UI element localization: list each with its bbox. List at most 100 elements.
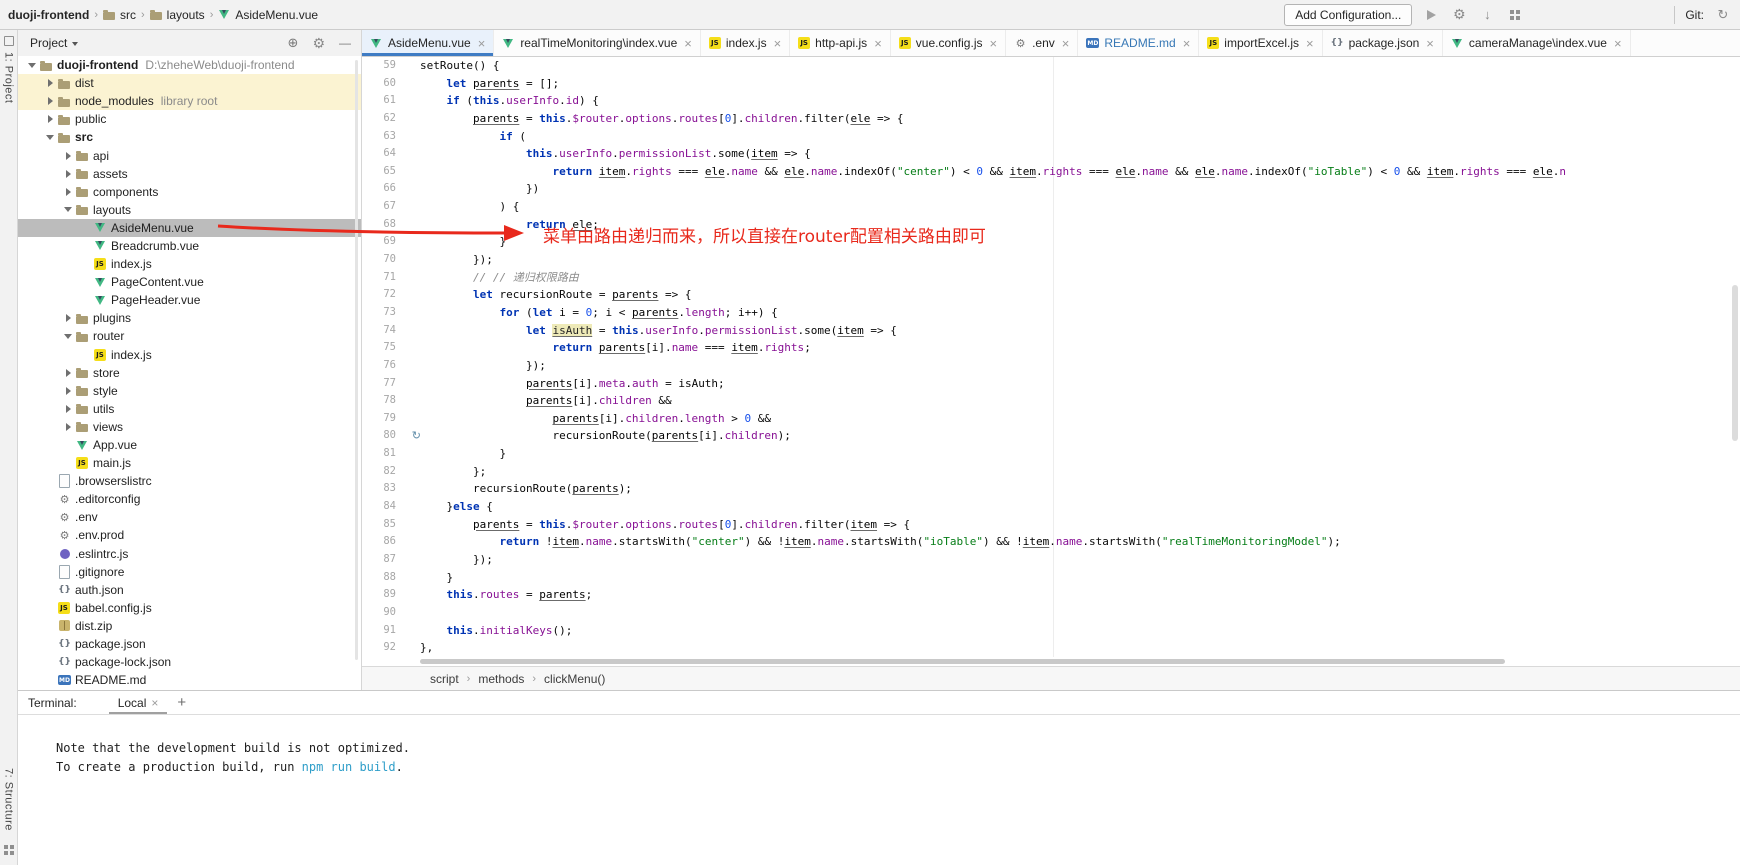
code-line[interactable] [420, 604, 1740, 622]
tree-item[interactable]: ⚙.env.prod [18, 526, 361, 544]
breadcrumb-item[interactable]: script [430, 672, 459, 686]
tree-item[interactable]: PageContent.vue [18, 273, 361, 291]
tree-item[interactable]: dist [18, 74, 361, 92]
tree-item[interactable]: JSindex.js [18, 346, 361, 364]
tree-item[interactable]: {}package.json [18, 635, 361, 653]
code-line[interactable]: recursionRoute(parents); [420, 480, 1740, 498]
editor-tab[interactable]: cameraManage\index.vue× [1443, 30, 1631, 56]
hide-panel-icon[interactable] [339, 36, 351, 50]
breadcrumb-item[interactable]: clickMenu() [544, 672, 605, 686]
line-number[interactable]: 77 [362, 375, 406, 393]
breadcrumb-item[interactable]: layouts [150, 8, 205, 22]
code-line[interactable]: }, [420, 639, 1740, 657]
line-number[interactable]: 88 [362, 569, 406, 587]
terminal-tab-local[interactable]: Local [109, 691, 168, 714]
close-icon[interactable] [151, 696, 158, 710]
tree-item[interactable]: layouts [18, 201, 361, 219]
tree-item[interactable]: style [18, 382, 361, 400]
line-number[interactable]: 63 [362, 128, 406, 146]
chevron-right-icon[interactable] [60, 170, 76, 178]
tree-item[interactable]: views [18, 418, 361, 436]
line-number[interactable]: 64 [362, 145, 406, 163]
tree-item[interactable]: AsideMenu.vue [18, 219, 361, 237]
chevron-down-icon[interactable] [72, 42, 78, 46]
chevron-down-icon[interactable] [42, 135, 58, 140]
editor-tab[interactable]: {}package.json× [1323, 30, 1443, 56]
chevron-right-icon[interactable] [60, 369, 76, 377]
grid-icon[interactable] [1506, 6, 1524, 24]
line-number[interactable]: 60 [362, 75, 406, 93]
tree-item[interactable]: plugins [18, 309, 361, 327]
tree-item[interactable]: App.vue [18, 436, 361, 454]
tree-item[interactable]: JSbabel.config.js [18, 599, 361, 617]
line-number[interactable]: 85 [362, 516, 406, 534]
code-line[interactable]: parents[i].children && [420, 392, 1740, 410]
line-number[interactable]: 91 [362, 622, 406, 640]
terminal-output[interactable]: Note that the development build is not o… [18, 715, 1740, 776]
tree-item[interactable]: .gitignore [18, 563, 361, 581]
tree-item[interactable]: PageHeader.vue [18, 291, 361, 309]
chevron-down-icon[interactable] [60, 207, 76, 212]
code-line[interactable]: this.userInfo.permissionList.some(item =… [420, 145, 1740, 163]
line-number[interactable]: 79 [362, 410, 406, 428]
line-number[interactable]: 92 [362, 639, 406, 657]
code-line[interactable]: parents = this.$router.options.routes[0]… [420, 110, 1740, 128]
line-number[interactable]: 71 [362, 269, 406, 287]
line-number[interactable]: 69 [362, 233, 406, 251]
line-number[interactable]: 80↻ [362, 427, 406, 445]
code-line[interactable]: return parents[i].name === item.rights; [420, 339, 1740, 357]
line-number[interactable]: 78 [362, 392, 406, 410]
code-line[interactable]: if (this.userInfo.id) { [420, 92, 1740, 110]
code-line[interactable]: return item.rights === ele.name && ele.n… [420, 163, 1740, 181]
tree-item[interactable]: {}auth.json [18, 581, 361, 599]
line-number[interactable]: 81 [362, 445, 406, 463]
breadcrumb-item[interactable]: AsideMenu.vue [218, 8, 318, 22]
editor-tab[interactable]: JSindex.js× [701, 30, 790, 56]
editor-tab[interactable]: JShttp-api.js× [790, 30, 891, 56]
code-line[interactable]: // // 递归权限路由 [420, 269, 1740, 287]
line-number[interactable]: 86 [362, 533, 406, 551]
line-number[interactable]: 83 [362, 480, 406, 498]
line-number[interactable]: 70 [362, 251, 406, 269]
editor-tab[interactable]: MDREADME.md× [1078, 30, 1199, 56]
line-number[interactable]: 67 [362, 198, 406, 216]
tree-item[interactable]: duoji-frontendD:\zheheWeb\duoji-frontend [18, 56, 361, 74]
code-line[interactable]: if ( [420, 128, 1740, 146]
chevron-right-icon[interactable] [60, 387, 76, 395]
line-number[interactable]: 65 [362, 163, 406, 181]
line-number[interactable]: 72 [362, 286, 406, 304]
tree-item[interactable]: {}package-lock.json [18, 653, 361, 671]
code-line[interactable]: }) [420, 180, 1740, 198]
tree-item[interactable]: public [18, 110, 361, 128]
tree-item[interactable]: node_moduleslibrary root [18, 92, 361, 110]
line-number[interactable]: 75 [362, 339, 406, 357]
chevron-right-icon[interactable] [42, 79, 58, 87]
stripe-structure-label[interactable]: 7: Structure [3, 768, 15, 831]
line-number[interactable]: 66 [362, 180, 406, 198]
breadcrumb-item[interactable]: methods [478, 672, 524, 686]
run-icon[interactable] [1422, 6, 1440, 24]
code-line[interactable]: let recursionRoute = parents => { [420, 286, 1740, 304]
close-icon[interactable]: × [478, 37, 486, 50]
editor-hscrollbar[interactable] [362, 657, 1740, 666]
line-number[interactable]: 73 [362, 304, 406, 322]
code-line[interactable]: this.routes = parents; [420, 586, 1740, 604]
add-configuration-button[interactable]: Add Configuration... [1284, 4, 1412, 26]
code-line[interactable]: }); [420, 251, 1740, 269]
chevron-right-icon[interactable] [60, 314, 76, 322]
line-number[interactable]: 82 [362, 463, 406, 481]
line-number[interactable]: 90 [362, 604, 406, 622]
code-line[interactable]: parents = this.$router.options.routes[0]… [420, 516, 1740, 534]
code-line[interactable]: return !item.name.startsWith("center") &… [420, 533, 1740, 551]
stripe-project-label[interactable]: 1: Project [3, 52, 15, 103]
chevron-right-icon[interactable] [60, 423, 76, 431]
editor-gutter[interactable]: 5960616263646566676869707172737475767778… [362, 57, 406, 657]
close-icon[interactable]: × [1426, 37, 1434, 50]
code-line[interactable]: } [420, 569, 1740, 587]
line-number[interactable]: 87 [362, 551, 406, 569]
code-line[interactable]: parents[i].children.length > 0 && [420, 410, 1740, 428]
tree-item[interactable]: ⚙.env [18, 508, 361, 526]
tree-item[interactable]: utils [18, 400, 361, 418]
chevron-right-icon[interactable] [60, 405, 76, 413]
chevron-down-icon[interactable] [60, 334, 76, 339]
